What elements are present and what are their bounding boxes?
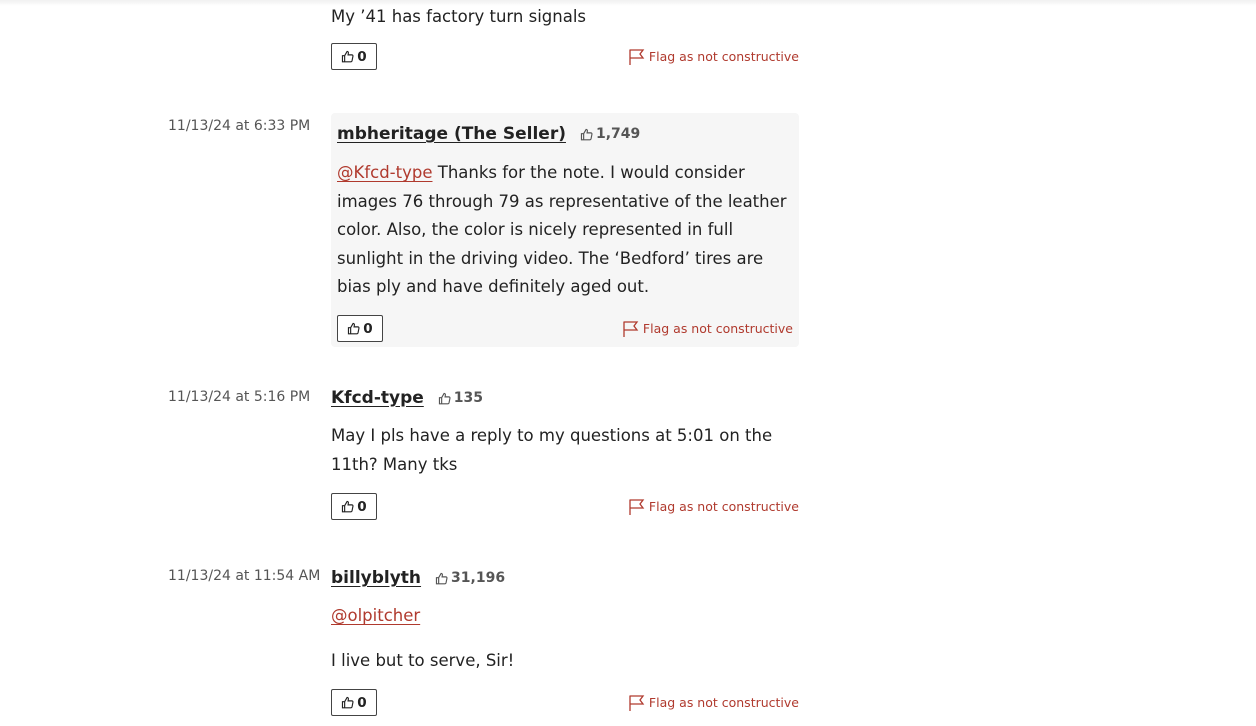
comment-actions: 0 Flag as not constructive bbox=[331, 43, 799, 70]
thumbs-up-icon bbox=[342, 500, 354, 513]
reputation-count: 1,749 bbox=[595, 126, 641, 142]
reputation-badge: 1,749 bbox=[580, 126, 640, 142]
flag-not-constructive-link[interactable]: Flag as not constructive bbox=[622, 320, 793, 338]
comment-actions: 0 Flag as not constructive bbox=[331, 493, 799, 520]
reputation-count: 135 bbox=[453, 390, 484, 406]
flag-icon bbox=[629, 48, 645, 65]
thumbs-up-icon bbox=[438, 392, 451, 404]
comment-timestamp: 11/13/24 at 5:16 PM bbox=[168, 389, 311, 405]
comment-text: My ’41 has factory turn signals bbox=[331, 7, 587, 26]
flag-not-constructive-link[interactable]: Flag as not constructive bbox=[628, 694, 799, 712]
comment-timestamp: 11/13/24 at 11:54 AM bbox=[168, 568, 321, 584]
comment-actions: 0 Flag as not constructive bbox=[331, 689, 799, 716]
upvote-button[interactable]: 0 bbox=[331, 689, 377, 716]
flag-icon bbox=[629, 498, 645, 515]
mention-link[interactable]: @olpitcher bbox=[331, 606, 420, 625]
flag-icon bbox=[623, 320, 639, 337]
comment-text: I live but to serve, Sir! bbox=[331, 650, 515, 670]
upvote-button[interactable]: 0 bbox=[331, 493, 377, 520]
thumbs-up-icon bbox=[342, 50, 354, 63]
thumbs-up-icon bbox=[348, 322, 360, 335]
seller-comment-box: mbheritage (The Seller) 1,749 @Kfcd-type… bbox=[331, 113, 799, 347]
vote-count: 0 bbox=[357, 498, 367, 515]
author-link[interactable]: mbheritage (The Seller) bbox=[337, 124, 566, 144]
upvote-button[interactable]: 0 bbox=[337, 315, 383, 342]
flag-not-constructive-link[interactable]: Flag as not constructive bbox=[628, 498, 799, 516]
vote-count: 0 bbox=[363, 320, 373, 337]
thumbs-up-icon bbox=[342, 696, 354, 709]
flag-not-constructive-link[interactable]: Flag as not constructive bbox=[628, 48, 799, 66]
author-line: billyblyth 31,196 bbox=[331, 566, 799, 590]
author-link[interactable]: Kfcd-type bbox=[331, 388, 424, 408]
author-line: Kfcd-type 135 bbox=[331, 386, 799, 410]
reputation-badge: 135 bbox=[438, 390, 483, 406]
mention-link[interactable]: @Kfcd-type bbox=[337, 163, 433, 182]
thumbs-up-icon bbox=[580, 128, 593, 140]
author-link[interactable]: billyblyth bbox=[331, 568, 421, 588]
flag-icon bbox=[629, 694, 645, 711]
flag-label: Flag as not constructive bbox=[648, 49, 799, 64]
comment-mention-line: @olpitcher bbox=[331, 602, 799, 631]
flag-label: Flag as not constructive bbox=[648, 499, 799, 514]
comment-actions: 0 Flag as not constructive bbox=[337, 315, 793, 342]
comment-timestamp: 11/13/24 at 6:33 PM bbox=[168, 118, 311, 134]
comment-text: @Kfcd-type Thanks for the note. I would … bbox=[337, 159, 793, 302]
comment-text: May I pls have a reply to my questions a… bbox=[331, 426, 773, 474]
flag-label: Flag as not constructive bbox=[642, 321, 793, 336]
vote-count: 0 bbox=[357, 48, 367, 65]
author-line: mbheritage (The Seller) 1,749 bbox=[337, 122, 793, 146]
comment-body: Thanks for the note. I would consider im… bbox=[337, 163, 787, 296]
vote-count: 0 bbox=[357, 694, 367, 711]
upvote-button[interactable]: 0 bbox=[331, 43, 377, 70]
thumbs-up-icon bbox=[435, 572, 448, 584]
flag-label: Flag as not constructive bbox=[648, 695, 799, 710]
reputation-badge: 31,196 bbox=[435, 570, 505, 586]
reputation-count: 31,196 bbox=[451, 570, 506, 586]
